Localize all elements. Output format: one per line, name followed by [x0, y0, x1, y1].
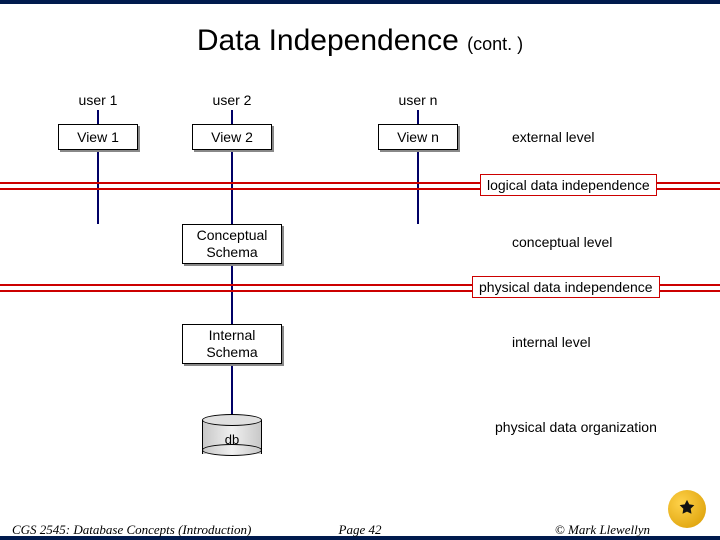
slide-title: Data Independence (cont. ): [0, 24, 720, 58]
connector: [231, 266, 233, 324]
physical-org-label: physical data organization: [495, 419, 657, 435]
view-n-text: View n: [397, 129, 439, 145]
connector: [231, 366, 233, 416]
physical-independence-box: physical data independence: [472, 276, 660, 298]
connector: [417, 110, 419, 124]
internal-schema-box: Internal Schema: [182, 324, 282, 364]
view-1-text: View 1: [77, 129, 119, 145]
conceptual-schema-box: Conceptual Schema: [182, 224, 282, 264]
view-n-box: View n: [378, 124, 458, 150]
db-label: db: [202, 432, 262, 447]
database-cylinder: db: [202, 414, 262, 456]
conceptual-schema-text: Conceptual Schema: [183, 227, 281, 261]
internal-level-label: internal level: [512, 334, 591, 350]
diagram-area: user 1 user 2 user n View 1 View 2 View …: [0, 84, 720, 494]
title-sub: (cont. ): [467, 34, 523, 54]
user-n-label: user n: [378, 92, 458, 108]
user-2-label: user 2: [192, 92, 272, 108]
internal-schema-text: Internal Schema: [183, 327, 281, 361]
logical-independence-box: logical data independence: [480, 174, 657, 196]
view-1-box: View 1: [58, 124, 138, 150]
user-1-label: user 1: [58, 92, 138, 108]
conceptual-level-label: conceptual level: [512, 234, 612, 250]
footer-copyright: © Mark Llewellyn: [555, 522, 650, 538]
view-2-box: View 2: [192, 124, 272, 150]
title-main: Data Independence: [197, 24, 467, 57]
connector: [231, 110, 233, 124]
ucf-logo-icon: [668, 490, 706, 528]
view-2-text: View 2: [211, 129, 253, 145]
connector: [97, 110, 99, 124]
external-level-label: external level: [512, 129, 595, 145]
